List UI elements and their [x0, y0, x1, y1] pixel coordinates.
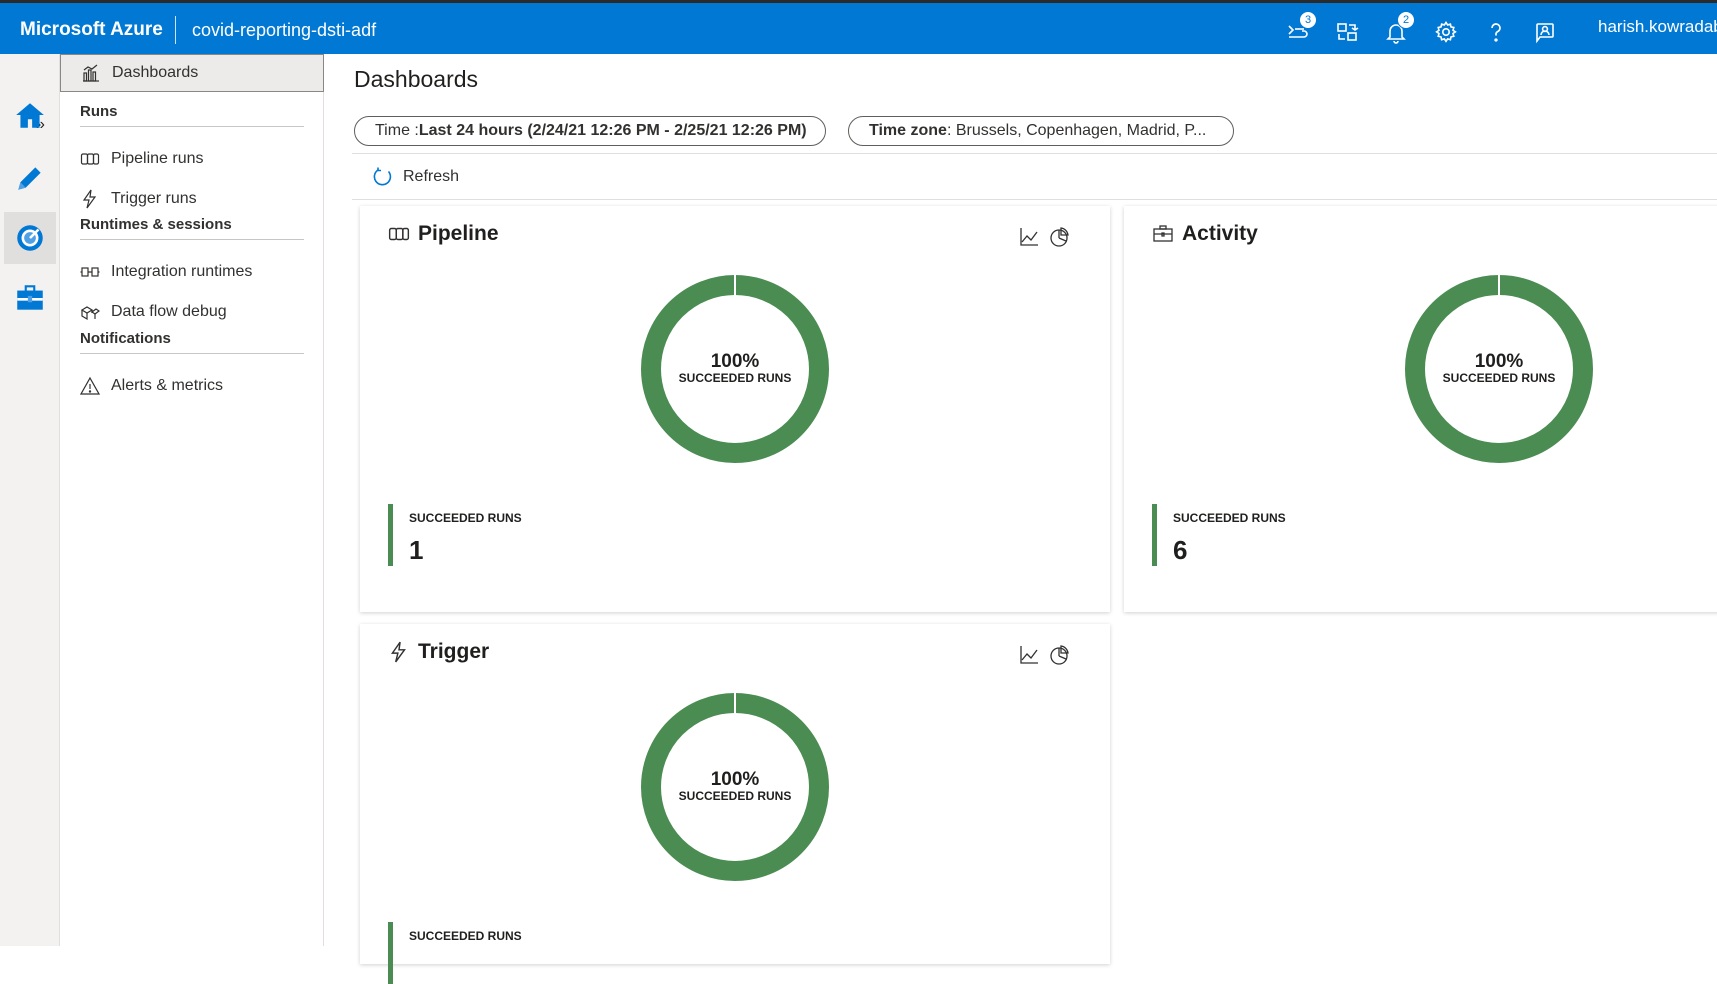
time-filter[interactable]: Time : Last 24 hours (2/24/21 12:26 PM -…	[354, 116, 826, 146]
activity-icon	[1152, 223, 1174, 245]
timezone-filter-value: : Brussels, Copenhagen, Madrid, P...	[946, 122, 1207, 139]
line-chart-icon[interactable]	[1018, 644, 1040, 666]
brand-name[interactable]: Microsoft Azure	[20, 19, 163, 41]
nav-dashboards-label: Dashboards	[112, 64, 199, 81]
activity-stat-label: SUCCEEDED RUNS	[1173, 511, 1286, 525]
timezone-filter-label: Time zone	[869, 122, 947, 139]
directory-switch-icon[interactable]	[1333, 18, 1361, 46]
brand-divider	[175, 16, 176, 44]
trigger-card: Trigger 100% SUCCEEDED RUNS SUCCEEDED RU…	[360, 624, 1110, 984]
top-bar: Microsoft Azure covid-reporting-dsti-adf…	[0, 0, 1717, 54]
timezone-filter[interactable]: Time zone : Brussels, Copenhagen, Madrid…	[848, 116, 1234, 146]
trigger-icon	[79, 188, 101, 210]
pipeline-card-title-text: Pipeline	[418, 222, 499, 245]
dashboard-icon	[80, 62, 102, 84]
trigger-donut-label: SUCCEEDED RUNS	[678, 789, 792, 803]
feedback-icon[interactable]	[1531, 18, 1559, 46]
nav-pipeline-runs[interactable]: Pipeline runs	[60, 140, 324, 178]
refresh-icon	[373, 167, 392, 186]
pipeline-stat-label: SUCCEEDED RUNS	[409, 511, 522, 525]
toolbar-divider	[352, 153, 1717, 154]
settings-icon[interactable]	[1432, 18, 1460, 46]
cloudshell-badge: 3	[1299, 11, 1317, 29]
page-title: Dashboards	[354, 66, 479, 92]
pipeline-donut-label: SUCCEEDED RUNS	[678, 371, 792, 385]
activity-succeeded-stat: SUCCEEDED RUNS 6	[1152, 504, 1352, 566]
monitor-icon[interactable]	[4, 212, 56, 264]
trigger-card-title-text: Trigger	[418, 640, 490, 663]
nav-integration-runtimes[interactable]: Integration runtimes	[60, 253, 324, 291]
nav-alerts-metrics-label: Alerts & metrics	[111, 377, 224, 394]
monitor-nav: Dashboards Runs Pipeline runs Trigger ru…	[60, 54, 324, 946]
activity-card-title: Activity	[1152, 222, 1258, 246]
pipeline-stat-value: 1	[409, 535, 424, 565]
activity-stat-value: 6	[1173, 535, 1188, 565]
trigger-donut-percent: 100%	[710, 769, 760, 790]
factory-name[interactable]: covid-reporting-dsti-adf	[192, 20, 376, 41]
trigger-donut: 100% SUCCEEDED RUNS	[640, 692, 830, 882]
nav-alerts-metrics[interactable]: Alerts & metrics	[60, 367, 324, 405]
trigger-icon	[388, 641, 410, 663]
time-filter-label: Time :	[375, 122, 419, 139]
activity-donut-label: SUCCEEDED RUNS	[1442, 371, 1556, 385]
integration-runtime-icon	[79, 261, 101, 283]
pipeline-icon	[79, 148, 101, 170]
activity-donut: 100% SUCCEEDED RUNS	[1404, 274, 1594, 464]
pipeline-donut: 100% SUCCEEDED RUNS	[640, 274, 830, 464]
line-chart-icon[interactable]	[1018, 226, 1040, 248]
user-account[interactable]: harish.kowradab	[1598, 17, 1717, 37]
nav-dashboards[interactable]: Dashboards	[60, 54, 324, 92]
trigger-card-actions	[1018, 644, 1070, 666]
refresh-button[interactable]: Refresh	[372, 162, 459, 192]
cloudshell-icon[interactable]: 3	[1284, 11, 1317, 46]
time-filter-value: Last 24 hours (2/24/21 12:26 PM - 2/25/2…	[418, 122, 807, 139]
pipeline-card-actions	[1018, 226, 1070, 248]
data-flow-debug-icon	[79, 301, 101, 323]
trigger-card-title: Trigger	[388, 640, 489, 664]
runtimes-header: Runtimes & sessions	[80, 216, 304, 240]
left-rail: »	[0, 54, 60, 946]
help-icon[interactable]	[1482, 18, 1510, 46]
notifications-icon[interactable]: 2	[1382, 11, 1415, 46]
pipeline-icon	[388, 223, 410, 245]
trigger-stat-label: SUCCEEDED RUNS	[409, 929, 522, 943]
pipeline-card-title: Pipeline	[388, 222, 499, 246]
nav-data-flow-debug-label: Data flow debug	[111, 303, 227, 320]
pipeline-card: Pipeline 100% SUCCEEDED RUNS SUCCEEDED R…	[360, 206, 1110, 612]
nav-trigger-runs-label: Trigger runs	[111, 190, 197, 207]
notifications-header: Notifications	[80, 330, 304, 354]
nav-data-flow-debug[interactable]: Data flow debug	[60, 293, 324, 331]
activity-card: Activity 100% SUCCEEDED RUNS SUCCEEDED R…	[1124, 206, 1717, 612]
activity-card-title-text: Activity	[1182, 222, 1258, 245]
pipeline-donut-percent: 100%	[710, 351, 760, 372]
notifications-badge: 2	[1397, 11, 1415, 29]
nav-pipeline-runs-label: Pipeline runs	[111, 150, 204, 167]
pie-chart-icon[interactable]	[1048, 226, 1070, 248]
activity-donut-percent: 100%	[1474, 351, 1524, 372]
alert-icon	[79, 375, 101, 397]
main-content: Dashboards Time : Last 24 hours (2/24/21…	[324, 54, 1717, 984]
pipeline-succeeded-stat: SUCCEEDED RUNS 1	[388, 504, 588, 566]
runs-header: Runs	[80, 103, 304, 127]
pie-chart-icon[interactable]	[1048, 644, 1070, 666]
author-icon[interactable]	[4, 152, 56, 204]
trigger-succeeded-stat: SUCCEEDED RUNS	[388, 922, 588, 984]
home-icon[interactable]	[4, 90, 56, 142]
nav-trigger-runs[interactable]: Trigger runs	[60, 180, 324, 218]
refresh-label: Refresh	[403, 168, 460, 185]
refresh-divider	[352, 199, 1717, 200]
manage-icon[interactable]	[4, 272, 56, 324]
nav-integration-runtimes-label: Integration runtimes	[111, 263, 253, 280]
